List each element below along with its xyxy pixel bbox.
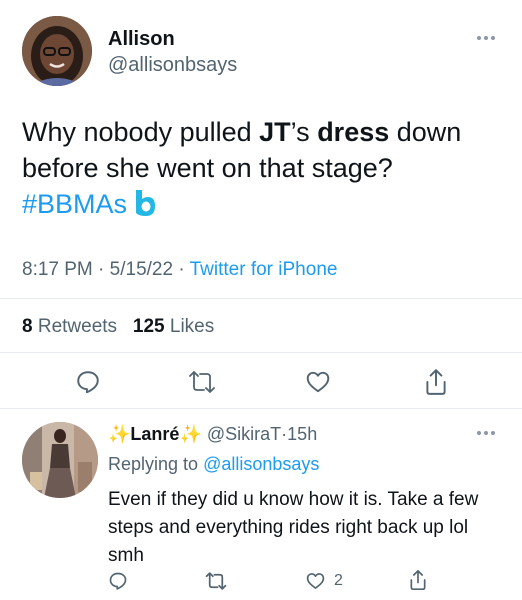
more-icon[interactable]	[477, 35, 499, 41]
retweets-label: Retweets	[37, 316, 118, 337]
tweet-source[interactable]: Twitter for iPhone	[190, 259, 338, 280]
reply-like-count: 2	[334, 572, 343, 589]
tweet-text-part: ’s	[290, 117, 318, 147]
divider	[0, 298, 522, 299]
billboard-logo	[133, 189, 157, 217]
tweet-stats: 8 Retweets 125 Likes	[22, 316, 214, 338]
author-name[interactable]: Allison	[108, 28, 175, 51]
tweet-date[interactable]: 5/15/22	[110, 259, 173, 280]
more-icon[interactable]	[477, 430, 499, 436]
meta-separator: ·	[178, 259, 185, 280]
reply-author-name[interactable]: Lanré	[130, 424, 179, 444]
divider	[0, 408, 522, 409]
tweet-text-bold: dress	[317, 117, 390, 147]
tweet-meta: 8:17 PM · 5/15/22 · Twitter for iPhone	[22, 259, 337, 281]
replying-to-label: Replying to	[108, 454, 199, 474]
sparkle-emoji: ✨	[108, 424, 131, 444]
tweet-text: Why nobody pulled JT’s dress down before…	[22, 114, 502, 222]
meta-separator: ·	[98, 259, 105, 280]
hashtag-link[interactable]: #BBMAs	[22, 189, 127, 219]
reply-author-avatar[interactable]	[22, 422, 98, 498]
replying-to-handle[interactable]: @allisonbsays	[203, 454, 319, 474]
reply-header: ✨Lanré✨ @SikiraT·15h	[108, 424, 317, 445]
likes-label: Likes	[169, 316, 215, 337]
likes-stat[interactable]: 125 Likes	[133, 316, 214, 337]
reply-like-action[interactable]: 2	[305, 571, 343, 591]
likes-count: 125	[132, 316, 165, 337]
sparkle-emoji: ✨	[179, 424, 202, 444]
retweet-icon[interactable]	[205, 571, 227, 591]
reply-icon[interactable]	[108, 571, 128, 591]
heart-icon[interactable]	[305, 369, 331, 395]
reply-icon[interactable]	[75, 369, 101, 395]
reply-text: Even if they did u know how it is. Take …	[108, 489, 479, 566]
tweet-text-part: Why nobody pulled	[22, 117, 260, 147]
reply-author-handle[interactable]: @SikiraT	[207, 424, 281, 444]
divider	[0, 352, 522, 353]
tweet-time[interactable]: 8:17 PM	[22, 259, 93, 280]
reply-age[interactable]: 15h	[287, 424, 317, 444]
author-avatar[interactable]	[22, 16, 92, 86]
retweets-count: 8	[22, 316, 33, 337]
retweets-stat[interactable]: 8 Retweets	[22, 316, 117, 337]
tweet-text-bold: JT	[259, 117, 291, 147]
share-icon[interactable]	[423, 368, 449, 396]
heart-icon[interactable]	[305, 571, 326, 591]
author-handle[interactable]: @allisonbsays	[108, 54, 237, 77]
retweet-icon[interactable]	[188, 369, 216, 395]
replying-to: Replying to @allisonbsays	[108, 454, 319, 475]
share-icon[interactable]	[408, 569, 428, 591]
